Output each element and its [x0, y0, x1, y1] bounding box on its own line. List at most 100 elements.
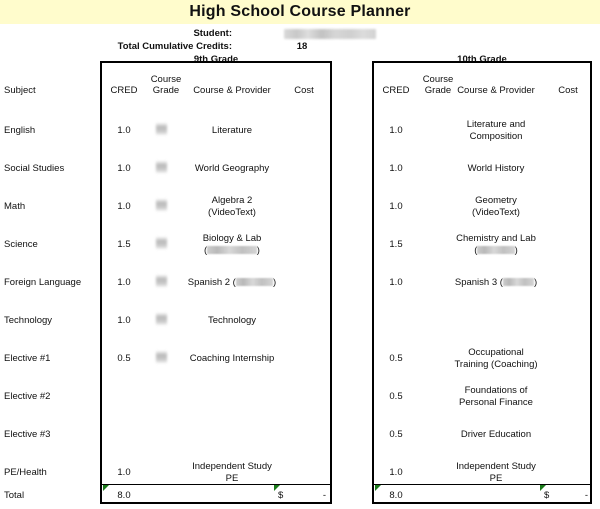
grade9-row-4-grade-redacted[interactable]: [156, 237, 167, 249]
grade9-row-7-cred[interactable]: 0.5: [100, 353, 148, 365]
grade9-row-3-course-line2: (VideoText): [208, 207, 256, 218]
grade9-row-1-grade-redacted[interactable]: [156, 123, 167, 135]
grade9-row-5-course-line1: Spanish 2 (): [187, 277, 277, 288]
grade10-row-5-course-redacted: [502, 278, 534, 286]
grade9-row-4-course[interactable]: Biology & Lab(): [182, 233, 282, 257]
grade10-row-7-course-line1: Occupational: [468, 347, 524, 358]
grade9-row-6-course[interactable]: Technology: [182, 315, 282, 327]
grade10-row-3-course-line2: (VideoText): [472, 207, 520, 218]
grade9-total-cred[interactable]: 8.0: [100, 490, 148, 502]
grade10-row-1-course-line2: Composition: [469, 131, 523, 142]
subject-label-elective-1: Elective #1: [4, 353, 51, 364]
grade10-row-5-course-line1: Spanish 3 (): [454, 277, 538, 288]
column-header-cred-grade10: CRED: [382, 85, 410, 96]
subject-label-elective-2: Elective #2: [4, 391, 51, 402]
grade10-row-2-cred[interactable]: 1.0: [372, 163, 420, 175]
grade10-row-4-course-line1: Chemistry and Lab: [456, 233, 536, 244]
grade9-row-2-course-line1: World Geography: [194, 163, 270, 174]
grade9-total-cost[interactable]: -: [282, 490, 326, 502]
grade10-row-7-course-line2: Training (Coaching): [454, 359, 538, 370]
subject-label-math: Math: [4, 201, 26, 212]
column-header-course-provider-grade10: Course & Provider: [457, 85, 535, 96]
column-header-subject: Subject: [4, 85, 36, 96]
grade10-row-8-cred[interactable]: 0.5: [372, 391, 420, 403]
grade9-row-3-cred[interactable]: 1.0: [100, 201, 148, 213]
credits-label: Total Cumulative Credits:: [117, 41, 232, 52]
grade9-row-2-grade-redacted[interactable]: [156, 161, 167, 173]
subject-label-technology: Technology: [4, 315, 53, 326]
column-header-course-grade-line1-grade10: Course: [422, 74, 454, 85]
grade9-row-6-course-line1: Technology: [207, 315, 257, 326]
grade9-row-3-course-line1: Algebra 2: [211, 195, 253, 206]
grade10-row-1-cred[interactable]: 1.0: [372, 125, 420, 137]
grade9-row-1-course[interactable]: Literature: [182, 125, 282, 137]
grade10-row-3-course-line1: Geometry: [475, 195, 517, 206]
subject-label-english: English: [4, 125, 36, 136]
grade9-row-5-course-redacted: [235, 278, 274, 286]
grade9-row-1-cred[interactable]: 1.0: [100, 125, 148, 137]
grade9-row-4-course-line1: Biology & Lab: [202, 233, 262, 244]
grade9-row-5-course[interactable]: Spanish 2 (): [182, 277, 282, 289]
student-label: Student:: [193, 28, 232, 39]
grade9-row-10-course[interactable]: Independent Study PE: [182, 461, 282, 485]
page-title: High School Course Planner: [189, 3, 411, 20]
subject-label-elective-3: Elective #3: [4, 429, 51, 440]
grade10-row-3-cred[interactable]: 1.0: [372, 201, 420, 213]
grade10-row-2-course[interactable]: World History: [426, 163, 566, 175]
grade10-row-9-cred[interactable]: 0.5: [372, 429, 420, 441]
grade9-row-5-cred[interactable]: 1.0: [100, 277, 148, 289]
subject-label-foreign-language: Foreign Language: [4, 277, 82, 288]
grade10-row-1-course[interactable]: Literature and Composition: [426, 119, 566, 143]
grade10-row-8-course[interactable]: Foundations of Personal Finance: [426, 385, 566, 409]
grade10-row-3-course[interactable]: Geometry (VideoText): [426, 195, 566, 219]
credits-row: Total Cumulative Credits: 18: [0, 41, 600, 54]
grade9-row-3-grade-redacted[interactable]: [156, 199, 167, 211]
grade9-row-6-grade-redacted[interactable]: [156, 313, 167, 325]
subject-label-science: Science: [4, 239, 38, 250]
grade10-row-7-course[interactable]: Occupational Training (Coaching): [426, 347, 566, 371]
grade10-total-cred[interactable]: 8.0: [372, 490, 420, 502]
grade9-row-2-cred[interactable]: 1.0: [100, 163, 148, 175]
student-name-redacted: [284, 29, 376, 39]
grade10-total-cost[interactable]: -: [548, 490, 588, 502]
column-header-course-grade-line1-grade9: Course: [150, 74, 182, 85]
grade10-row-4-course-line2: (): [474, 245, 518, 256]
grade9-row-6-cred[interactable]: 1.0: [100, 315, 148, 327]
grade9-row-4-course-redacted: [207, 246, 257, 254]
column-header-course-grade-grade9: Course Grade: [146, 74, 186, 96]
grade10-row-8-course-line1: Foundations of: [464, 385, 528, 396]
grade9-row-3-course[interactable]: Algebra 2 (VideoText): [182, 195, 282, 219]
grade10-row-9-course[interactable]: Driver Education: [426, 429, 566, 441]
grade9-row-7-grade-redacted[interactable]: [156, 351, 167, 363]
grade9-row-7-course[interactable]: Coaching Internship: [182, 353, 282, 365]
grade9-row-10-cred[interactable]: 1.0: [100, 467, 148, 479]
grade9-row-1-course-line1: Literature: [211, 125, 253, 136]
app-title-bar: High School Course Planner: [0, 0, 600, 24]
subject-label-pe-health: PE/Health: [4, 467, 47, 478]
grade9-row-10-course-line1: Independent Study: [192, 461, 272, 472]
grade10-row-2-course-line1: World History: [467, 163, 525, 174]
grade10-row-4-cred[interactable]: 1.5: [372, 239, 420, 251]
column-header-cred-grade9: CRED: [110, 85, 138, 96]
grade10-row-4-course-redacted: [477, 246, 515, 254]
column-header-course-grade-line2-grade9: Grade: [152, 85, 180, 96]
subject-label-total: Total: [4, 490, 25, 501]
grade10-row-10-course-line1: Independent Study: [456, 461, 536, 472]
grade10-row-1-course-line1: Literature and: [466, 119, 526, 130]
grade10-total-separator: [374, 484, 590, 485]
grade9-row-4-cred[interactable]: 1.5: [100, 239, 148, 251]
grade10-row-5-cred[interactable]: 1.0: [372, 277, 420, 289]
column-header-course-provider-grade9: Course & Provider: [193, 85, 271, 96]
credits-value: 18: [296, 41, 308, 52]
column-header-cost-grade9: Cost: [294, 85, 314, 96]
grade10-row-10-course[interactable]: Independent Study PE: [426, 461, 566, 485]
grade9-row-5-grade-redacted[interactable]: [156, 275, 167, 287]
subject-label-social-studies: Social Studies: [4, 163, 65, 174]
grade10-row-7-cred[interactable]: 0.5: [372, 353, 420, 365]
grade9-row-2-course[interactable]: World Geography: [182, 163, 282, 175]
grade9-total-separator: [102, 484, 330, 485]
grade10-row-4-course[interactable]: Chemistry and Lab(): [426, 233, 566, 257]
grade9-row-4-course-line2: (): [204, 245, 260, 256]
grade10-row-5-course[interactable]: Spanish 3 (): [426, 277, 566, 289]
grade10-row-10-cred[interactable]: 1.0: [372, 467, 420, 479]
